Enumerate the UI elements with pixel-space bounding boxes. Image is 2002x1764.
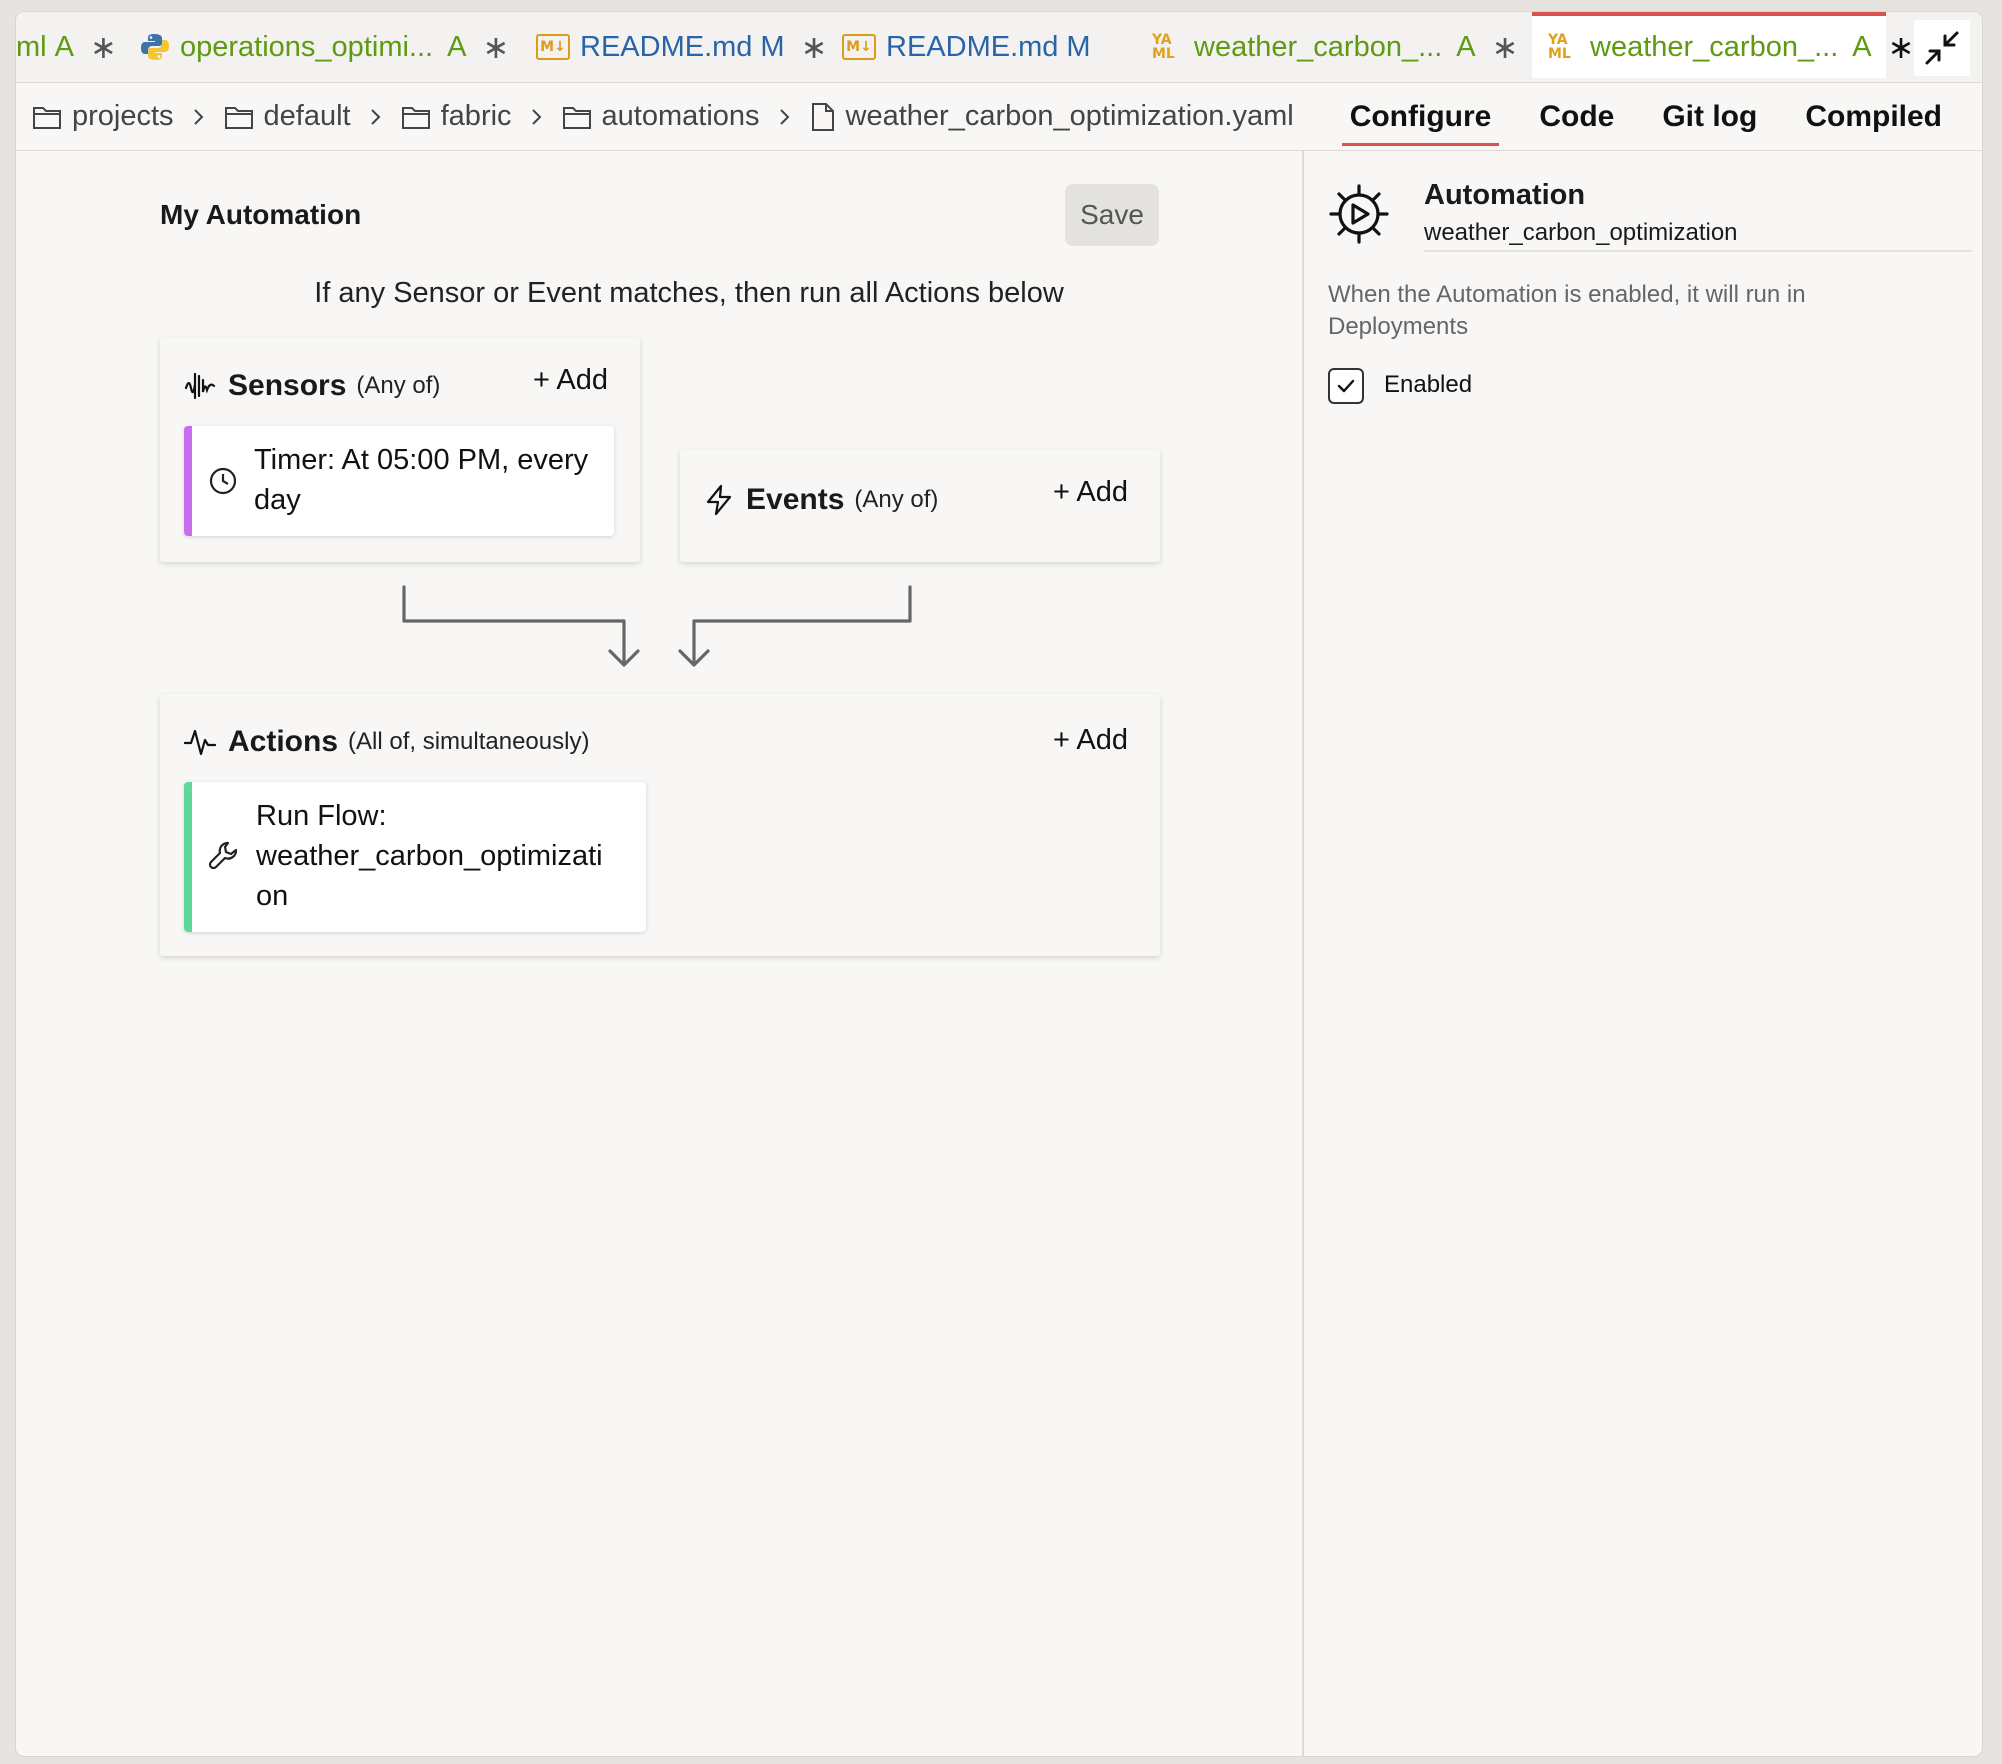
tab-4[interactable]: YA ML weather_carbon_... A ∗ [1152, 12, 1518, 82]
action-item-text: Run Flow: [256, 800, 387, 832]
tab-label: weather_carbon_... [1194, 30, 1443, 63]
tab-close-icon[interactable]: ∗ [801, 28, 828, 66]
folder-icon [401, 106, 430, 129]
tab-status: A [1456, 30, 1476, 63]
tab-3[interactable]: M↓ README.md M [842, 12, 1091, 82]
tab-configure[interactable]: Configure [1341, 94, 1500, 146]
tab-close-icon[interactable]: ∗ [482, 28, 509, 66]
tab-compiled[interactable]: Compiled [1797, 94, 1950, 140]
editor-tab-bar: ml A ∗ operations_optimi... A ∗ M↓ READM… [16, 12, 1982, 83]
tab-2[interactable]: M↓ README.md M ∗ [536, 12, 827, 82]
enabled-description: When the Automation is enabled, it will … [1328, 281, 1806, 340]
actions-title: Actions [228, 725, 339, 758]
tab-label: ml [16, 30, 47, 63]
folder-icon [33, 106, 61, 129]
python-icon [140, 32, 170, 62]
action-accent-bar [184, 782, 192, 932]
breadcrumb-item[interactable]: projects [32, 100, 174, 133]
yaml-icon: YA ML [1152, 32, 1175, 62]
view-tabs: Configure Code Git log Compiled [1310, 83, 1950, 150]
breadcrumb: projects default fabric automations weat… [32, 83, 1294, 150]
breadcrumb-bar: projects default fabric automations weat… [16, 83, 1982, 151]
tab-5-active[interactable]: YA ML weather_carbon_... A ∗ [1532, 12, 1914, 78]
check-icon [1337, 379, 1355, 393]
tab-status: A [54, 30, 74, 63]
breadcrumb-item[interactable]: automations [562, 100, 760, 133]
tab-git-log[interactable]: Git log [1654, 94, 1765, 140]
activity-icon [184, 727, 216, 757]
markdown-icon: M↓ [842, 34, 876, 60]
add-action-button[interactable]: + Add [1053, 724, 1128, 757]
automation-editor: My Automation Save If any Sensor or Even… [16, 151, 1302, 1756]
tab-status: A [447, 30, 467, 63]
actions-card: Actions (All of, simultaneously) + Add R… [160, 694, 1160, 956]
side-panel-title: Automation [1424, 179, 1586, 211]
chevron-right-icon [530, 107, 544, 127]
actions-qualifier: (All of, simultaneously) [348, 728, 590, 755]
folder-icon [224, 106, 253, 129]
tab-label: weather_carbon_... [1590, 30, 1839, 63]
tab-close-icon[interactable]: ∗ [90, 28, 117, 66]
tab-status: A [1852, 30, 1872, 63]
tab-close-icon[interactable]: ∗ [1888, 28, 1915, 66]
tab-code[interactable]: Code [1531, 94, 1622, 140]
action-item-text: weather_carbon_optimizati [256, 840, 603, 872]
tab-1[interactable]: operations_optimi... A ∗ [140, 12, 509, 82]
chevron-right-icon [778, 107, 792, 127]
action-item-run-flow[interactable]: Run Flow: weather_carbon_optimizati on [184, 782, 646, 932]
tab-0[interactable]: ml A ∗ [16, 12, 117, 82]
action-item-text: on [256, 880, 289, 912]
yaml-icon: YA ML [1548, 32, 1571, 62]
tab-close-icon[interactable]: ∗ [1492, 28, 1519, 66]
folder-icon [562, 106, 591, 129]
properties-panel: Automation weather_carbon_optimization W… [1304, 151, 1982, 1756]
tab-status: M [760, 30, 785, 63]
tab-label: operations_optimi... [180, 30, 434, 63]
collapse-icon[interactable] [1914, 20, 1970, 76]
automation-name-field[interactable]: weather_carbon_optimization [1424, 216, 1972, 252]
automation-gear-icon [1328, 183, 1390, 250]
chevron-right-icon [369, 107, 383, 127]
tab-label: README.md [886, 30, 1059, 63]
file-icon [811, 102, 834, 131]
wrench-icon [208, 840, 240, 872]
chevron-right-icon [192, 107, 206, 127]
breadcrumb-item[interactable]: default [224, 100, 351, 133]
tab-status: M [1066, 30, 1091, 63]
breadcrumb-item[interactable]: fabric [401, 100, 512, 133]
breadcrumb-item[interactable]: weather_carbon_optimization.yaml [810, 100, 1294, 133]
tab-label: README.md [580, 30, 753, 63]
enabled-checkbox[interactable] [1328, 368, 1364, 404]
app-window: ml A ∗ operations_optimi... A ∗ M↓ READM… [16, 12, 1982, 1756]
markdown-icon: M↓ [536, 34, 570, 60]
enabled-label[interactable]: Enabled [1384, 371, 1472, 399]
